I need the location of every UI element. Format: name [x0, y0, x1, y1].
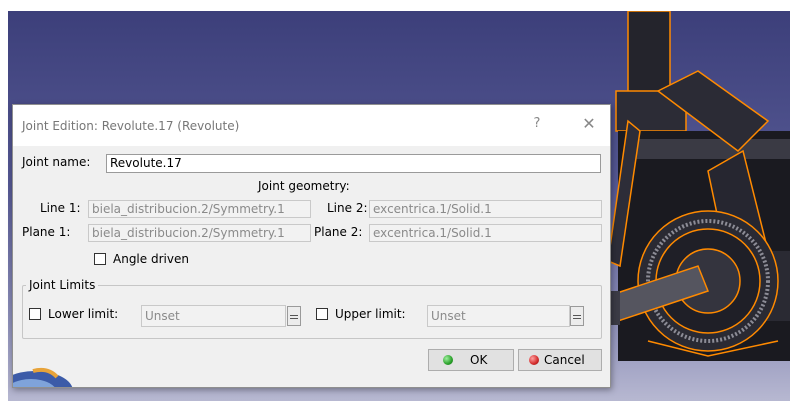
cancel-label: Cancel — [544, 353, 585, 367]
upper-limit-checkbox[interactable] — [316, 308, 328, 320]
upper-limit-field[interactable]: Unset — [427, 305, 570, 327]
ok-label: OK — [470, 353, 488, 367]
lower-limit-checkbox[interactable] — [29, 308, 41, 320]
line1-label: Line 1: — [40, 201, 81, 215]
joint-geometry-heading: Joint geometry: — [258, 179, 350, 193]
upper-limit-label: Upper limit: — [335, 307, 406, 321]
ok-button[interactable]: OK — [428, 349, 514, 371]
line2-label: Line 2: — [327, 201, 368, 215]
angle-driven-checkbox[interactable] — [94, 253, 106, 265]
line2-field[interactable]: excentrica.1/Solid.1 — [369, 200, 602, 218]
lower-limit-field[interactable]: Unset — [141, 305, 286, 327]
joint-edition-dialog: Joint Edition: Revolute.17 (Revolute) ? … — [12, 104, 611, 388]
red-dot-icon — [529, 355, 539, 365]
upper-limit-spin-icon[interactable] — [570, 306, 584, 326]
lower-limit-label: Lower limit: — [48, 307, 119, 321]
joint-limits-legend: Joint Limits — [26, 278, 99, 292]
help-icon[interactable]: ? — [529, 116, 545, 134]
joint-name-label: Joint name: — [22, 155, 91, 169]
plane1-label: Plane 1: — [22, 225, 71, 239]
plane2-label: Plane 2: — [314, 225, 363, 239]
lower-limit-spin-icon[interactable] — [287, 306, 301, 326]
green-dot-icon — [443, 355, 453, 365]
dialog-title: Joint Edition: Revolute.17 (Revolute) — [22, 119, 240, 133]
dialog-titlebar[interactable]: Joint Edition: Revolute.17 (Revolute) ? … — [13, 105, 610, 146]
line1-field[interactable]: biela_distribucion.2/Symmetry.1 — [88, 200, 311, 218]
plane1-field[interactable]: biela_distribucion.2/Symmetry.1 — [88, 224, 311, 242]
cancel-button[interactable]: Cancel — [518, 349, 602, 371]
catia-logo-icon — [13, 353, 81, 387]
joint-name-input[interactable]: Revolute.17 — [106, 154, 601, 173]
angle-driven-label: Angle driven — [113, 252, 189, 266]
plane2-field[interactable]: excentrica.1/Solid.1 — [369, 224, 602, 242]
close-icon[interactable]: ✕ — [580, 114, 598, 134]
